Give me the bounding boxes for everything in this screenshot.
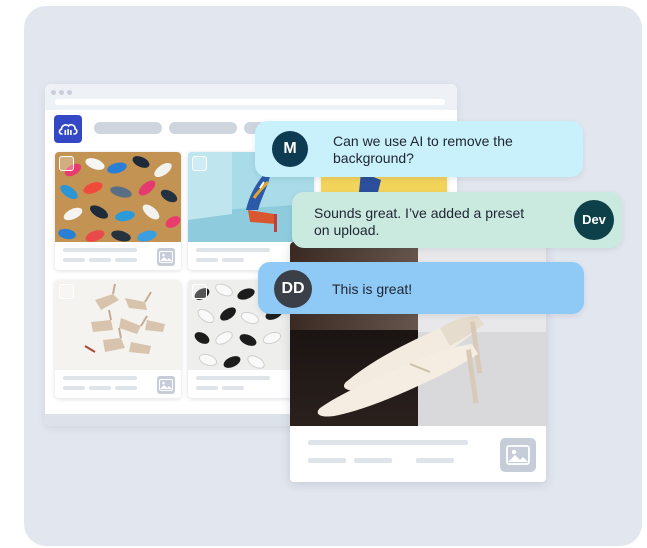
select-checkbox[interactable] <box>192 284 207 299</box>
meta-placeholder <box>89 386 111 390</box>
meta-placeholder <box>354 458 392 463</box>
image-icon <box>500 438 536 472</box>
browser-title-bar <box>45 84 457 110</box>
meta-placeholder <box>222 386 244 390</box>
window-dot <box>59 90 64 95</box>
cloud-logo-icon[interactable] <box>54 115 82 143</box>
image-icon <box>157 248 175 266</box>
message-text-line: on upload. <box>314 222 380 238</box>
title-placeholder <box>196 248 270 252</box>
message-text-line: Can we use AI to remove the <box>333 133 513 149</box>
meta-placeholder <box>63 386 85 390</box>
avatar: Dev <box>574 200 614 240</box>
meta-placeholder <box>89 258 111 262</box>
meta-placeholder <box>416 458 454 463</box>
meta-placeholder <box>196 386 218 390</box>
meta-placeholder <box>115 386 137 390</box>
title-placeholder <box>63 248 137 252</box>
chat-message: Sounds great. I’ve added a preset on upl… <box>292 192 622 248</box>
select-checkbox[interactable] <box>59 156 74 171</box>
meta-placeholder <box>196 258 218 262</box>
avatar: DD <box>274 270 312 308</box>
meta-placeholder <box>115 258 137 262</box>
nav-item[interactable] <box>169 122 237 134</box>
meta-placeholder <box>308 458 346 463</box>
window-dot <box>51 90 56 95</box>
meta-placeholder <box>222 258 244 262</box>
title-placeholder <box>196 376 270 380</box>
avatar: M <box>272 131 308 167</box>
message-text-line: background? <box>333 150 414 166</box>
message-text: This is great! <box>332 281 413 297</box>
asset-card[interactable] <box>55 280 181 398</box>
title-placeholder <box>63 376 137 380</box>
meta-placeholder <box>63 258 85 262</box>
select-checkbox[interactable] <box>192 156 207 171</box>
window-dot <box>67 90 72 95</box>
title-placeholder <box>308 440 468 445</box>
chat-message: M Can we use AI to remove the background… <box>255 121 583 177</box>
address-bar[interactable] <box>55 99 445 105</box>
select-checkbox[interactable] <box>59 284 74 299</box>
chat-message: DD This is great! <box>258 262 584 314</box>
image-icon <box>157 376 175 394</box>
asset-card[interactable] <box>55 152 181 270</box>
message-text-line: Sounds great. I’ve added a preset <box>314 205 525 221</box>
nav-item[interactable] <box>94 122 162 134</box>
